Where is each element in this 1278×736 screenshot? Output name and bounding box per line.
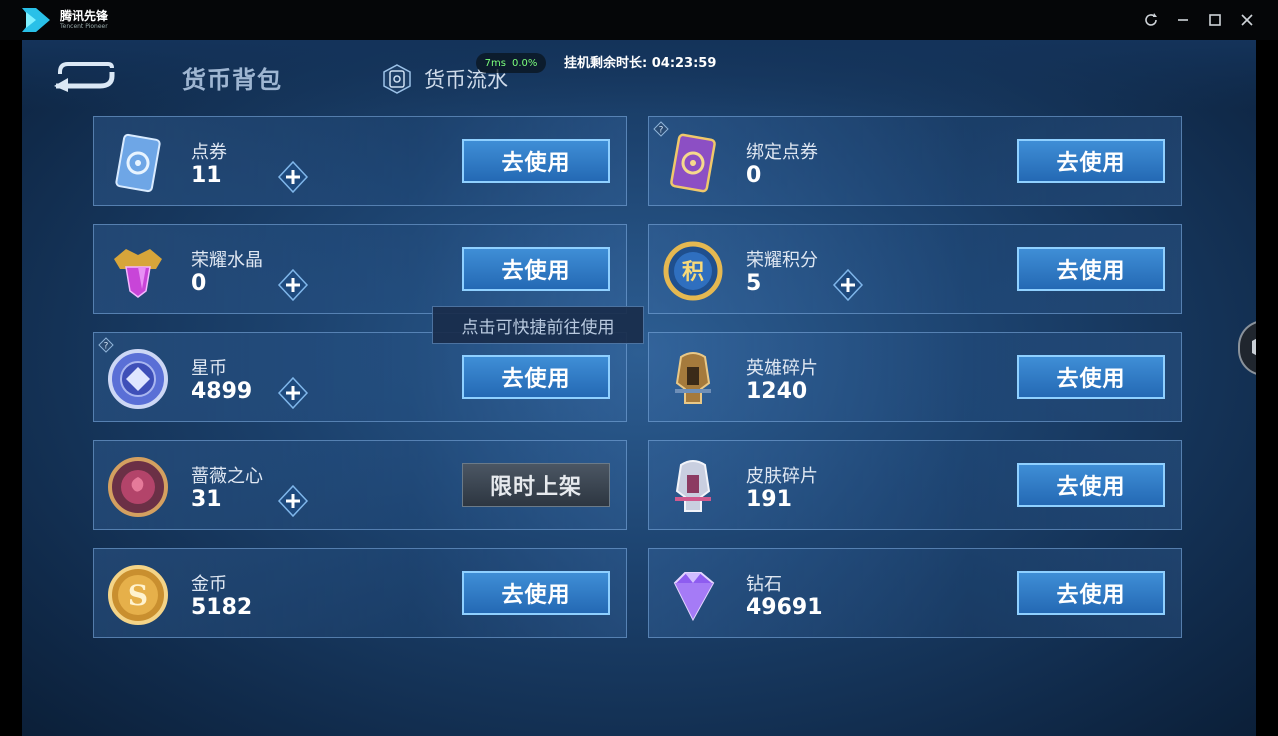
currency-card-diamond: 钻石 49691 去使用 — [648, 548, 1182, 638]
use-skin-fragment-button[interactable]: 去使用 — [1017, 463, 1165, 507]
add-glory-crystal-plus-icon[interactable] — [276, 268, 310, 302]
currency-name: 皮肤碎片 — [746, 466, 818, 487]
star-coin-icon — [108, 349, 168, 409]
add-star-coin-plus-icon[interactable] — [276, 376, 310, 410]
use-diamond-button[interactable]: 去使用 — [1017, 571, 1165, 615]
currency-name: 荣耀水晶 — [191, 250, 263, 271]
currency-card-hero-fragment: 英雄碎片 1240 去使用 — [648, 332, 1182, 422]
app-logo: 腾讯先锋 Tencent Pioneer — [20, 6, 108, 34]
currency-name: 金币 — [191, 574, 227, 595]
currency-name: 蔷薇之心 — [191, 466, 263, 487]
currency-card-bound-voucher: ? 绑定点券 0 去使用 — [648, 116, 1182, 206]
limited-time-button[interactable]: 限时上架 — [462, 463, 610, 507]
ping-value: 7ms — [484, 57, 506, 69]
glory-points-icon: 积 — [663, 241, 723, 301]
currency-card-voucher: 点券 11 去使用 — [93, 116, 627, 206]
use-hero-fragment-button[interactable]: 去使用 — [1017, 355, 1165, 399]
idle-timer: 挂机剩余时长: 04:23:59 — [564, 56, 717, 71]
currency-card-rose-heart: 蔷薇之心 31 限时上架 — [93, 440, 627, 530]
back-arrow-icon[interactable] — [54, 62, 118, 98]
currency-value: 191 — [746, 487, 792, 512]
currency-value: 0 — [746, 163, 762, 188]
bound-voucher-card-icon — [670, 133, 716, 193]
loss-value: 0.0% — [511, 57, 538, 69]
currency-value: 5182 — [191, 595, 253, 620]
use-gold-coin-button[interactable]: 去使用 — [462, 571, 610, 615]
use-glory-crystal-button[interactable]: 去使用 — [462, 247, 610, 291]
currency-value: 4899 — [191, 379, 253, 404]
refresh-icon[interactable] — [1138, 8, 1164, 32]
currency-value: 31 — [191, 487, 222, 512]
hexagon-icon — [1252, 338, 1256, 356]
side-panel-handle[interactable] — [1238, 320, 1256, 376]
diamond-icon — [673, 572, 715, 622]
currency-name: 英雄碎片 — [746, 358, 818, 379]
skin-fragment-icon — [675, 460, 711, 512]
minimize-icon[interactable] — [1170, 8, 1196, 32]
app-title: 腾讯先锋 — [60, 9, 109, 23]
rose-heart-icon — [108, 457, 168, 517]
app-subtitle: Tencent Pioneer — [60, 23, 108, 30]
currency-name: 钻石 — [746, 574, 782, 595]
add-voucher-plus-icon[interactable] — [276, 160, 310, 194]
currency-value: 5 — [746, 271, 762, 296]
use-star-coin-button[interactable]: 去使用 — [462, 355, 610, 399]
tencent-pioneer-logo-icon — [22, 8, 50, 32]
add-rose-heart-plus-icon[interactable] — [276, 484, 310, 518]
svg-text:积: 积 — [682, 260, 704, 285]
voucher-card-icon — [115, 133, 161, 193]
glory-crystal-icon — [114, 249, 162, 298]
use-voucher-button[interactable]: 去使用 — [462, 139, 610, 183]
shortcut-tooltip: 点击可快捷前往使用 — [432, 306, 644, 344]
add-glory-points-plus-icon[interactable] — [831, 268, 865, 302]
currency-value: 11 — [191, 163, 222, 188]
currency-value: 0 — [191, 271, 207, 296]
hero-fragment-icon — [675, 352, 711, 404]
currency-card-skin-fragment: 皮肤碎片 191 去使用 — [648, 440, 1182, 530]
currency-name: 绑定点券 — [746, 142, 818, 163]
currency-card-glory-points: 积 荣耀积分 5 去使用 — [648, 224, 1182, 314]
currency-card-glory-crystal: 荣耀水晶 0 去使用 — [93, 224, 627, 314]
close-icon[interactable] — [1234, 8, 1260, 32]
currency-name: 荣耀积分 — [746, 250, 818, 271]
currency-name: 星币 — [191, 358, 227, 379]
window-titlebar: 腾讯先锋 Tencent Pioneer — [0, 0, 1278, 40]
svg-text:S: S — [128, 579, 148, 612]
gold-coin-icon: S — [108, 565, 168, 625]
tab-currency-bag[interactable]: 货币背包 — [182, 60, 282, 95]
use-bound-voucher-button[interactable]: 去使用 — [1017, 139, 1165, 183]
currency-card-star-coin: ? 星币 4899 去使用 — [93, 332, 627, 422]
game-viewport: 货币背包 货币流水 7ms 0.0% 挂机剩余时长: 04:23:59 点券 1… — [22, 40, 1256, 736]
currency-value: 1240 — [746, 379, 808, 404]
currency-name: 点券 — [191, 142, 227, 163]
maximize-icon[interactable] — [1202, 8, 1228, 32]
currency-value: 49691 — [746, 595, 823, 620]
use-glory-points-button[interactable]: 去使用 — [1017, 247, 1165, 291]
currency-flow-icon — [383, 64, 411, 94]
network-ping-badge: 7ms 0.0% — [476, 53, 546, 73]
currency-card-gold-coin: S 金币 5182 去使用 — [93, 548, 627, 638]
